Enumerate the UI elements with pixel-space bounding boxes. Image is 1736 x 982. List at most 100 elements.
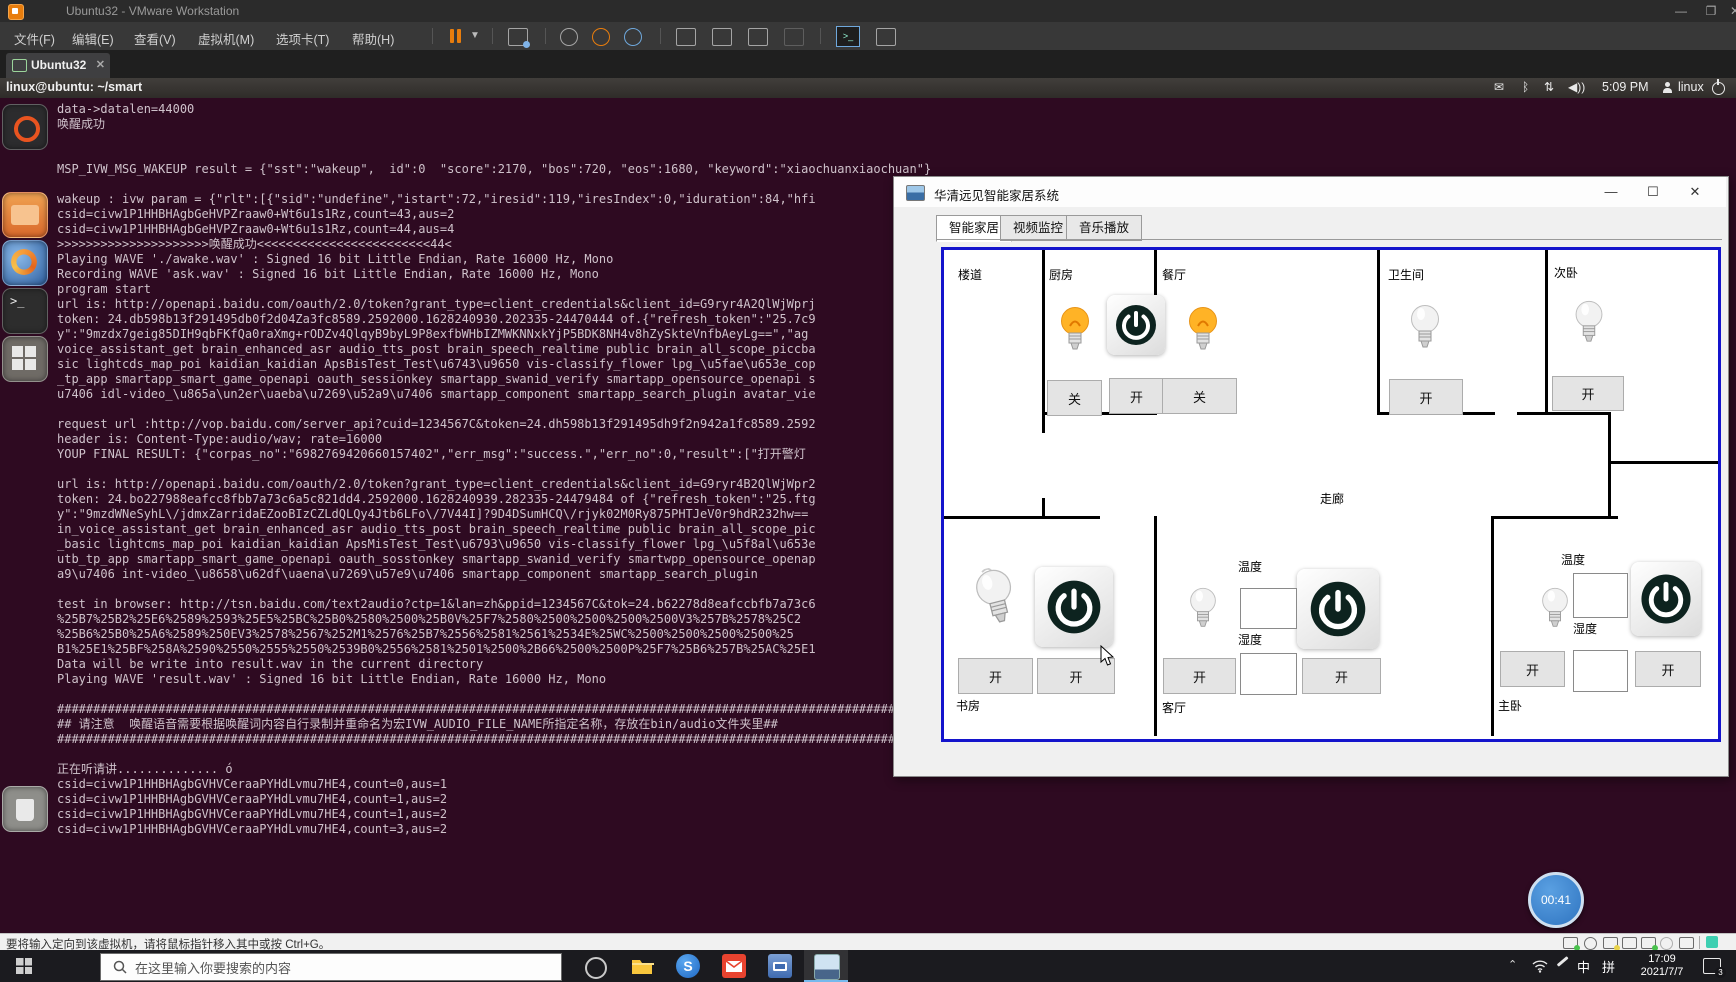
vmware-taskbar-icon[interactable]: [768, 954, 792, 978]
terminal-line: B1%25E1%25BF%258A%2590%2550%2555%2550%25…: [57, 642, 931, 657]
menu-tabs[interactable]: 选项卡(T): [270, 27, 335, 50]
taskbar-date: 2021/7/7: [1632, 966, 1692, 979]
terminal-line: csid=civw1P1HHBHAgbGeHVPZraaw0+Wt6u1s1Rz…: [57, 222, 931, 237]
living-open-button-2[interactable]: 开: [1302, 658, 1381, 694]
user-icon[interactable]: [1662, 82, 1673, 93]
living-room-power-button[interactable]: [1297, 569, 1379, 649]
menu-edit[interactable]: 编辑(E): [66, 27, 120, 50]
vmware-maximize-button[interactable]: ❐: [1698, 2, 1724, 20]
floor-plan: 楼道 厨房 餐厅 卫生间 次卧 走廊 书房 客厅 主卧: [941, 247, 1721, 742]
menu-vm[interactable]: 虚拟机(M): [192, 27, 260, 50]
menu-help[interactable]: 帮助(H): [346, 27, 400, 50]
living-humidity-input[interactable]: [1240, 653, 1297, 695]
tray-expand-icon[interactable]: ⌃: [1508, 958, 1517, 971]
restore-layout-icon[interactable]: [1706, 936, 1718, 948]
second-bedroom-open-button[interactable]: 开: [1552, 376, 1624, 411]
app-maximize-button[interactable]: ☐: [1638, 182, 1668, 203]
menu-file[interactable]: 文件(F): [8, 27, 61, 50]
taskbar-search-input[interactable]: 在这里输入你要搜索的内容: [100, 953, 562, 981]
app-close-button[interactable]: ✕: [1680, 182, 1710, 203]
trash-icon[interactable]: [2, 786, 48, 832]
browser-icon[interactable]: S: [676, 954, 700, 978]
pause-vm-button-bar2[interactable]: [457, 29, 461, 43]
ubuntu-dash-icon[interactable]: [2, 104, 48, 150]
sound-status-icon[interactable]: [1641, 937, 1656, 949]
pen-input-icon[interactable]: [1557, 956, 1569, 966]
firefox-icon[interactable]: [2, 240, 48, 286]
cortana-icon[interactable]: [585, 957, 607, 979]
console-view-icon[interactable]: >_: [836, 26, 860, 47]
show-thumbnail-bar-icon[interactable]: [712, 28, 732, 46]
harddisk-status-icon[interactable]: [1563, 937, 1578, 949]
terminal-line: Data will be write into result.wav in th…: [57, 657, 931, 672]
usb-status-icon[interactable]: [1679, 937, 1694, 949]
terminal-launcher-icon[interactable]: >_: [2, 288, 48, 334]
active-app-slot[interactable]: [804, 950, 848, 982]
dining-close-button[interactable]: 关: [1162, 378, 1237, 414]
app-minimize-button[interactable]: —: [1596, 182, 1626, 203]
tab-ubuntu32[interactable]: Ubuntu32 ✕: [6, 53, 110, 78]
power-dropdown-caret[interactable]: ▼: [470, 30, 480, 41]
terminal-line: url is: http://openapi.baidu.com/oauth/2…: [57, 297, 931, 312]
mail-client-icon[interactable]: [722, 954, 746, 978]
pause-vm-button[interactable]: [450, 29, 454, 43]
cdrom-status-icon[interactable]: [1584, 937, 1597, 950]
tab-music-player[interactable]: 音乐播放: [1066, 215, 1142, 241]
study-power-button[interactable]: [1035, 567, 1113, 647]
taskbar-clock[interactable]: 17:09 2021/7/7: [1632, 953, 1692, 979]
tab-video-monitor[interactable]: 视频监控: [1000, 215, 1076, 241]
ubuntu-username[interactable]: linux: [1678, 80, 1704, 94]
master-open-button-1[interactable]: 开: [1500, 651, 1565, 687]
master-bedroom-power-button[interactable]: [1631, 562, 1701, 636]
countdown-value: 00:41: [1541, 893, 1571, 907]
vmware-close-button[interactable]: ✕: [1722, 2, 1736, 20]
study-open-button-1[interactable]: 开: [958, 658, 1033, 694]
terminal-line: data->datalen=44000: [57, 102, 931, 117]
mail-indicator-icon[interactable]: ✉: [1494, 80, 1504, 94]
ime-indicator[interactable]: 拼: [1602, 957, 1615, 976]
menu-view[interactable]: 查看(V): [128, 27, 182, 50]
living-temp-input[interactable]: [1240, 588, 1297, 629]
device-status-icon[interactable]: [1660, 937, 1673, 950]
session-gear-icon[interactable]: [1712, 82, 1725, 95]
vmware-minimize-button[interactable]: —: [1668, 2, 1694, 20]
tab-close-icon[interactable]: ✕: [96, 58, 105, 71]
power-icon: [1114, 303, 1158, 347]
language-indicator[interactable]: 中: [1577, 957, 1590, 976]
start-button[interactable]: [16, 958, 32, 974]
fullscreen-icon[interactable]: [876, 28, 896, 46]
bluetooth-icon[interactable]: ᛒ: [1522, 80, 1529, 94]
kitchen-open-button[interactable]: 开: [1109, 378, 1164, 414]
network-icon[interactable]: ⇅: [1544, 80, 1554, 94]
master-open-button-2[interactable]: 开: [1635, 651, 1701, 687]
smart-home-taskbar-icon[interactable]: [814, 954, 840, 980]
fit-guest-icon[interactable]: [748, 28, 768, 46]
network-adapter-status-icon[interactable]: [1603, 937, 1618, 949]
printer-status-icon[interactable]: [1622, 937, 1637, 949]
master-humidity-input[interactable]: [1573, 650, 1628, 692]
bathroom-open-button[interactable]: 开: [1389, 379, 1463, 415]
show-library-icon[interactable]: [676, 28, 696, 46]
action-center-icon[interactable]: 3: [1703, 958, 1721, 974]
wifi-icon[interactable]: [1532, 959, 1548, 973]
bathroom-bulb-off-icon: [1408, 303, 1442, 351]
smart-home-titlebar[interactable]: 华清远见智能家居系统 — ☐ ✕: [894, 177, 1726, 207]
snapshot-revert-icon[interactable]: [592, 28, 610, 46]
file-explorer-icon[interactable]: [630, 954, 654, 978]
kitchen-close-button[interactable]: 关: [1047, 380, 1102, 416]
vmware-logo-icon: [8, 4, 24, 20]
terminal-line: header is: Content-Type:audio/wav; rate=…: [57, 432, 931, 447]
snapshot-manager-icon[interactable]: [624, 28, 642, 46]
living-open-button-1[interactable]: 开: [1163, 658, 1236, 694]
terminal-line: Playing WAVE 'result.wav' : Signed 16 bi…: [57, 672, 931, 687]
master-temp-input[interactable]: [1573, 573, 1628, 618]
send-ctrl-alt-del-icon[interactable]: [508, 28, 528, 46]
kitchen-dining-power-button[interactable]: [1107, 295, 1165, 355]
files-icon[interactable]: [2, 192, 48, 238]
volume-icon[interactable]: ◀)): [1568, 80, 1585, 94]
terminal-line: [57, 402, 931, 417]
power-icon: [1045, 578, 1103, 636]
ubuntu-clock[interactable]: 5:09 PM: [1602, 80, 1649, 94]
workspace-switcher-icon[interactable]: [2, 336, 48, 382]
snapshot-take-icon[interactable]: [560, 28, 578, 46]
